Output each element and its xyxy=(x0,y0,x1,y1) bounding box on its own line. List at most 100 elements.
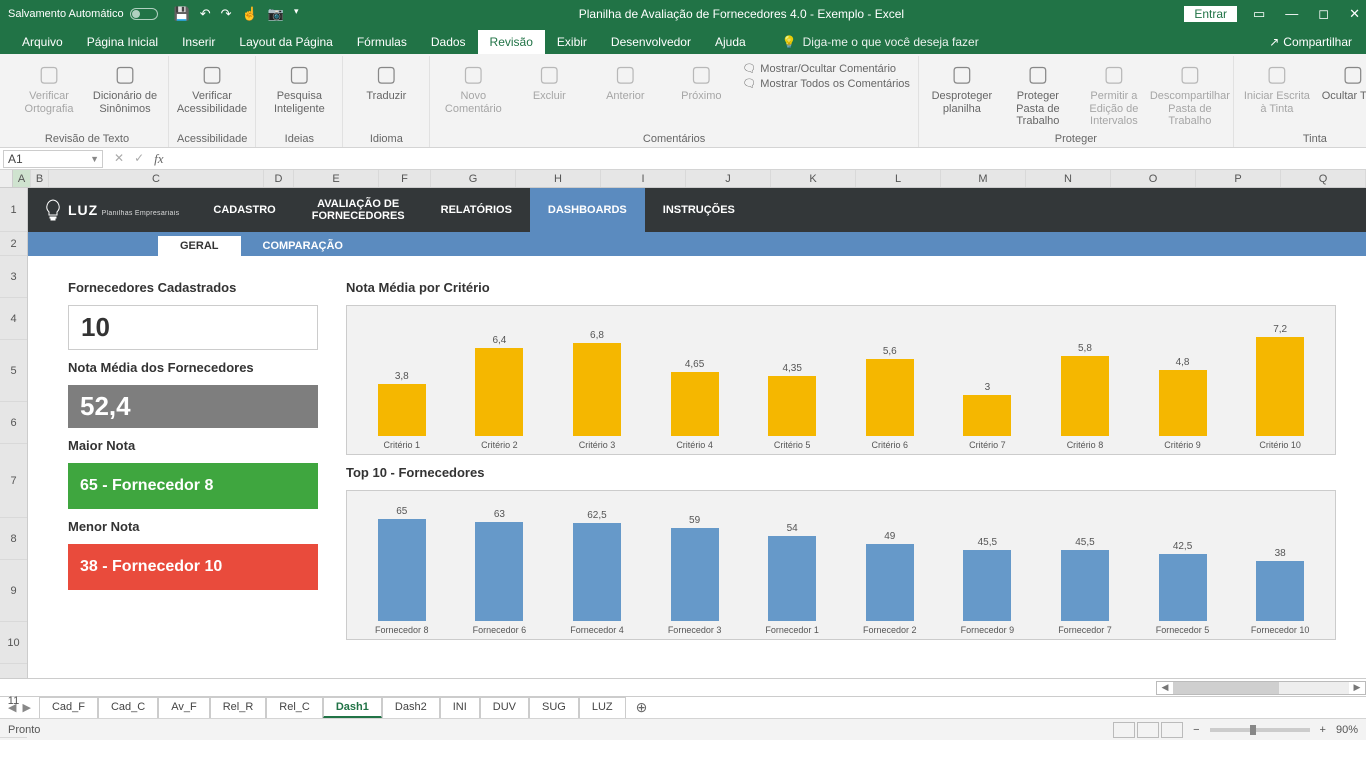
scroll-left-icon[interactable]: ◀ xyxy=(1157,682,1173,693)
column-header-K[interactable]: K xyxy=(771,170,856,187)
ribbon-proteger-pasta-de-trabalho[interactable]: ▢Proteger Pasta de Trabalho xyxy=(1003,60,1073,128)
menu-tab-exibir[interactable]: Exibir xyxy=(545,30,599,54)
touch-mode-icon[interactable]: ☝ xyxy=(242,6,258,22)
worksheet-area[interactable]: LUZ Planilhas Empresariais CADASTROAVALI… xyxy=(28,188,1366,678)
ribbon-dicion-rio-de-sin-nimos[interactable]: ▢Dicionário de Sinônimos xyxy=(90,60,160,115)
bar-rect xyxy=(671,528,719,621)
sheet-tab-dash1[interactable]: Dash1 xyxy=(323,697,382,718)
ribbon-verificar-acessibilidade[interactable]: ▢Verificar Acessibilidade xyxy=(177,60,247,115)
sheet-nav-cadastro[interactable]: CADASTRO xyxy=(195,188,293,232)
column-header-E[interactable]: E xyxy=(294,170,379,187)
ribbon-display-icon[interactable]: ▭ xyxy=(1253,6,1265,22)
view-normal-button[interactable] xyxy=(1113,722,1135,738)
scroll-right-icon[interactable]: ▶ xyxy=(1349,682,1365,693)
sheet-nav-dashboards[interactable]: DASHBOARDS xyxy=(530,188,645,232)
column-header-L[interactable]: L xyxy=(856,170,941,187)
column-header-M[interactable]: M xyxy=(941,170,1026,187)
ribbon-pesquisa-inteligente[interactable]: ▢Pesquisa Inteligente xyxy=(264,60,334,115)
sheet-tab-cad_c[interactable]: Cad_C xyxy=(98,697,158,718)
column-header-I[interactable]: I xyxy=(601,170,686,187)
column-header-P[interactable]: P xyxy=(1196,170,1281,187)
close-icon[interactable]: ✕ xyxy=(1349,6,1360,22)
cancel-formula-icon[interactable]: ✕ xyxy=(114,151,124,167)
column-header-F[interactable]: F xyxy=(379,170,431,187)
column-header-D[interactable]: D xyxy=(264,170,294,187)
sheet-tab-dash2[interactable]: Dash2 xyxy=(382,697,440,718)
menu-tab-inserir[interactable]: Inserir xyxy=(170,30,227,54)
sheet-tab-av_f[interactable]: Av_F xyxy=(158,697,209,718)
enter-formula-icon[interactable]: ✓ xyxy=(134,151,144,167)
ribbon-inline-mostrar-todos-os-coment-rios[interactable]: 🗨 Mostrar Todos os Comentários xyxy=(742,77,910,90)
column-header-J[interactable]: J xyxy=(686,170,771,187)
sheet-nav-instru-es[interactable]: INSTRUÇÕES xyxy=(645,188,753,232)
ribbon-ocultar-tinta[interactable]: ▢Ocultar Tinta xyxy=(1318,60,1366,103)
row-header-6[interactable]: 6 xyxy=(0,402,27,444)
menu-tab-fórmulas[interactable]: Fórmulas xyxy=(345,30,419,54)
signin-button[interactable]: Entrar xyxy=(1184,6,1237,22)
sheet-tab-cad_f[interactable]: Cad_F xyxy=(39,697,98,718)
ribbon-inline-mostrar-ocultar-coment-rio[interactable]: 🗨 Mostrar/Ocultar Comentário xyxy=(742,62,910,75)
zoom-in-button[interactable]: + xyxy=(1320,724,1326,736)
sheet-nav-avalia-o-de-fornecedores[interactable]: AVALIAÇÃO DEFORNECEDORES xyxy=(294,188,423,232)
column-header-G[interactable]: G xyxy=(431,170,516,187)
view-page-break-button[interactable] xyxy=(1161,722,1183,738)
row-header-3[interactable]: 3 xyxy=(0,256,27,298)
row-header-9[interactable]: 9 xyxy=(0,560,27,622)
column-header-N[interactable]: N xyxy=(1026,170,1111,187)
zoom-out-button[interactable]: − xyxy=(1193,724,1199,736)
save-icon[interactable]: 💾 xyxy=(174,6,190,22)
screenshot-icon[interactable]: 📷 xyxy=(268,6,284,22)
maximize-icon[interactable]: ◻ xyxy=(1318,6,1329,22)
row-header-7[interactable]: 7 xyxy=(0,444,27,518)
subnav-comparação[interactable]: COMPARAÇÃO xyxy=(241,236,365,256)
column-header-C[interactable]: C xyxy=(49,170,264,187)
menu-tab-dados[interactable]: Dados xyxy=(419,30,478,54)
undo-icon[interactable]: ↶ xyxy=(200,6,211,22)
subnav-geral[interactable]: GERAL xyxy=(158,236,241,256)
sheet-tab-luz[interactable]: LUZ xyxy=(579,697,626,718)
sheet-tab-ini[interactable]: INI xyxy=(440,697,480,718)
row-header-2[interactable]: 2 xyxy=(0,232,27,256)
zoom-slider[interactable] xyxy=(1210,728,1310,732)
row-header-5[interactable]: 5 xyxy=(0,340,27,402)
name-box-dropdown-icon[interactable]: ▼ xyxy=(90,154,102,164)
menu-tab-arquivo[interactable]: Arquivo xyxy=(10,30,75,54)
menu-tab-desenvolvedor[interactable]: Desenvolvedor xyxy=(599,30,703,54)
row-header-10[interactable]: 10 xyxy=(0,622,27,664)
minimize-icon[interactable]: — xyxy=(1285,6,1298,22)
view-page-layout-button[interactable] xyxy=(1137,722,1159,738)
sheet-tab-sug[interactable]: SUG xyxy=(529,697,579,718)
column-header-H[interactable]: H xyxy=(516,170,601,187)
row-header-4[interactable]: 4 xyxy=(0,298,27,340)
row-header-1[interactable]: 1 xyxy=(0,188,27,232)
zoom-level[interactable]: 90% xyxy=(1336,724,1358,736)
tab-nav-next-icon[interactable]: ▶ xyxy=(22,701,30,714)
tell-me-search[interactable]: 💡 Diga-me o que você deseja fazer xyxy=(770,30,991,54)
menu-tab-layout-da-página[interactable]: Layout da Página xyxy=(227,30,344,54)
ribbon-desproteger-planilha[interactable]: ▢Desproteger planilha xyxy=(927,60,997,115)
column-header-A[interactable]: A xyxy=(13,170,31,187)
add-sheet-button[interactable]: ⊕ xyxy=(626,699,658,716)
sheet-nav-relat-rios[interactable]: RELATÓRIOS xyxy=(423,188,530,232)
name-box[interactable]: A1 ▼ xyxy=(3,150,103,168)
autosave-toggle[interactable] xyxy=(130,8,158,20)
fx-icon[interactable]: fx xyxy=(154,151,163,167)
column-header-Q[interactable]: Q xyxy=(1281,170,1366,187)
bar-1-2: 62,5Fornecedor 4 xyxy=(548,510,646,635)
ribbon-traduzir[interactable]: ▢Traduzir xyxy=(351,60,421,103)
sheet-tab-rel_r[interactable]: Rel_R xyxy=(210,697,267,718)
column-header-B[interactable]: B xyxy=(31,170,49,187)
column-header-O[interactable]: O xyxy=(1111,170,1196,187)
horizontal-scrollbar[interactable]: ◀ ▶ xyxy=(1156,681,1366,695)
select-all-corner[interactable] xyxy=(0,170,13,187)
menu-tab-ajuda[interactable]: Ajuda xyxy=(703,30,758,54)
formula-input[interactable] xyxy=(172,150,1366,168)
menu-tab-revisão[interactable]: Revisão xyxy=(478,30,545,54)
menu-tab-página-inicial[interactable]: Página Inicial xyxy=(75,30,170,54)
sheet-tab-duv[interactable]: DUV xyxy=(480,697,529,718)
share-button[interactable]: ↗ Compartilhar xyxy=(1255,30,1366,54)
tab-nav-prev-icon[interactable]: ◀ xyxy=(8,701,16,714)
redo-icon[interactable]: ↷ xyxy=(221,6,232,22)
sheet-tab-rel_c[interactable]: Rel_C xyxy=(266,697,323,718)
row-header-8[interactable]: 8 xyxy=(0,518,27,560)
